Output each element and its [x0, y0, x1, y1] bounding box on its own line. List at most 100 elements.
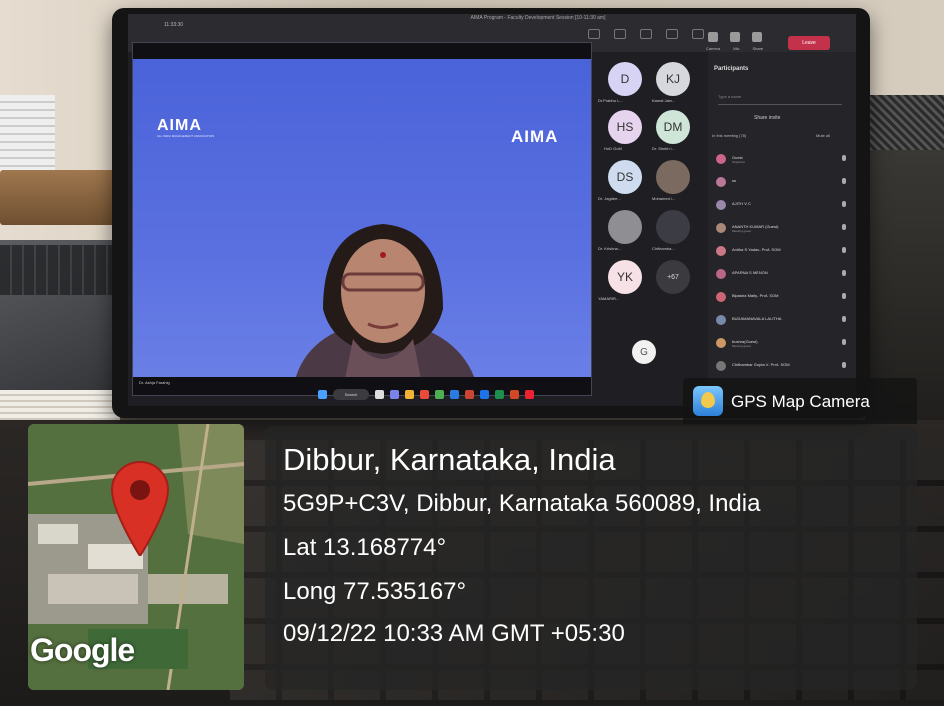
- mic-muted-icon: [842, 293, 846, 299]
- mic-muted-icon: [842, 224, 846, 230]
- google-watermark: Google: [30, 632, 135, 668]
- excel-icon[interactable]: [495, 389, 504, 399]
- taskbar-search[interactable]: Search: [333, 388, 369, 400]
- guest-avatar[interactable]: G: [632, 340, 656, 364]
- participant-row[interactable]: AJITH V C: [712, 198, 852, 216]
- participant-row[interactable]: Guest Organizer: [712, 152, 852, 170]
- tile-initials: HS: [616, 120, 634, 134]
- task-view-icon[interactable]: [375, 389, 384, 399]
- mic-muted-icon: [842, 247, 846, 253]
- participant-avatar: [716, 177, 726, 187]
- side-laptop-keyboard: [0, 245, 120, 295]
- aima-tagline: ALL INDIA MANAGEMENT ASSOCIATION: [157, 134, 215, 138]
- participant-row[interactable]: BUDAMANAVALA LALITHA: [712, 313, 852, 331]
- tile-initials: KJ: [665, 72, 680, 86]
- participant-avatar: [716, 361, 726, 371]
- participants-title: Participants: [714, 66, 749, 72]
- in-meeting-header[interactable]: In this meeting (78): [712, 133, 746, 138]
- speaker-person: [295, 224, 475, 377]
- meeting-timer: 11:33:30: [164, 22, 184, 28]
- participant-row[interactable]: Chithambar Gupta V- Prof- SOM: [712, 359, 852, 377]
- tile-name: HoD GoM: [604, 146, 622, 151]
- mute-all-button[interactable]: Mute all: [816, 133, 830, 138]
- powerpoint-icon[interactable]: [510, 389, 519, 399]
- speaker-video: AIMA ALL INDIA MANAGEMENT ASSOCIATION AI…: [133, 59, 591, 377]
- participant-search[interactable]: Type a name: [718, 94, 842, 105]
- participant-row[interactable]: Anitha S Yadav- Prof- SOM: [712, 244, 852, 262]
- more-icon[interactable]: [692, 29, 704, 39]
- tile-initials: D: [620, 72, 630, 86]
- explorer-icon[interactable]: [405, 389, 414, 399]
- participant-avatar: [716, 338, 726, 348]
- windows-taskbar: Search: [318, 384, 668, 404]
- app-icon[interactable]: [465, 389, 474, 399]
- tile-avatar[interactable]: YK: [608, 260, 642, 294]
- participant-row[interactable]: ss: [712, 175, 852, 193]
- mic-muted-icon: [842, 362, 846, 368]
- windows-start-icon[interactable]: [318, 389, 327, 399]
- participant-row[interactable]: Bipasha Maity- Prof- SOM: [712, 290, 852, 308]
- participant-row[interactable]: bushra(Guest) Meeting guest: [712, 336, 852, 354]
- tile-avatar[interactable]: D: [608, 62, 642, 96]
- participants-panel: Participants Type a name Share invite In…: [708, 52, 856, 406]
- tile-name: Kamal Jain...: [652, 98, 676, 103]
- laptop-screen: 11:33:30 AIMA Program - Faculty Developm…: [128, 14, 856, 406]
- tile-avatar[interactable]: DS: [608, 160, 642, 194]
- main-video-frame: AIMA ALL INDIA MANAGEMENT ASSOCIATION AI…: [132, 42, 592, 396]
- participant-row[interactable]: ANANTH KUMAR (Guest) Meeting guest: [712, 221, 852, 239]
- tile-name: Chithamba...: [652, 246, 675, 251]
- participant-avatar: [716, 292, 726, 302]
- gallery-panel: D Dr.Prabhu L... KJ Kamal Jain... HS HoD…: [590, 52, 708, 352]
- tile-avatar[interactable]: KJ: [656, 62, 690, 96]
- people-icon[interactable]: [614, 29, 626, 39]
- participant-name: Chithambar Gupta V- Prof- SOM: [732, 362, 790, 367]
- office-icon[interactable]: [420, 389, 429, 399]
- participant-role: Organizer: [732, 160, 746, 164]
- edge-icon[interactable]: [450, 389, 459, 399]
- meeting-toolbar: [588, 29, 704, 39]
- chat-icon[interactable]: [588, 29, 600, 39]
- share-invite-button[interactable]: Share invite: [754, 115, 780, 121]
- wooden-shelf: [0, 170, 120, 225]
- leave-button[interactable]: Leave: [788, 36, 830, 50]
- view-icon[interactable]: [666, 29, 678, 39]
- overflow-count[interactable]: +67: [656, 260, 690, 294]
- tile-avatar[interactable]: [656, 160, 690, 194]
- aima-logo-right: AIMA: [511, 127, 559, 146]
- tile-avatar[interactable]: HS: [608, 110, 642, 144]
- camera-icon[interactable]: [708, 32, 718, 42]
- participant-name: AJITH V C: [732, 201, 751, 206]
- teams-app-icon[interactable]: [390, 389, 399, 399]
- participant-name: APARNA S MENON: [732, 270, 768, 275]
- mesh-rack: [870, 95, 944, 155]
- tile-avatar[interactable]: [608, 210, 642, 244]
- pdf-icon[interactable]: [525, 389, 534, 399]
- address: 5G9P+C3V, Dibbur, Karnataka 560089, Indi…: [283, 490, 761, 517]
- participant-role: Meeting guest: [732, 344, 751, 348]
- mic-muted-icon: [842, 316, 846, 322]
- mic-muted-icon: [842, 178, 846, 184]
- tile-name: Dr. Krishna...: [598, 246, 622, 251]
- mic-muted-icon: [842, 339, 846, 345]
- chrome-icon[interactable]: [435, 389, 444, 399]
- tile-name: YAMARIR...: [598, 296, 620, 301]
- word-icon[interactable]: [480, 389, 489, 399]
- overflow-label: +67: [667, 273, 679, 281]
- window-title: AIMA Program - Faculty Development Sessi…: [470, 15, 606, 21]
- share-icon[interactable]: [752, 32, 762, 42]
- tile-avatar[interactable]: [656, 210, 690, 244]
- mic-muted-icon: [842, 201, 846, 207]
- react-icon[interactable]: [640, 29, 652, 39]
- mic-icon[interactable]: [730, 32, 740, 42]
- participant-row[interactable]: APARNA S MENON: [712, 267, 852, 285]
- participant-name: Bipasha Maity- Prof- SOM: [732, 293, 779, 298]
- tile-name: Mohamed i...: [652, 196, 676, 201]
- participant-avatar: [716, 223, 726, 233]
- tile-name: Dr. Jagdee...: [598, 196, 621, 201]
- gps-app-badge: GPS Map Camera: [683, 378, 917, 424]
- share-label: Share: [752, 46, 764, 51]
- participant-avatar: [716, 154, 726, 164]
- tile-avatar[interactable]: DM: [656, 110, 690, 144]
- mic-muted-icon: [842, 270, 846, 276]
- date-time: 09/12/22 10:33 AM GMT +05:30: [283, 620, 625, 647]
